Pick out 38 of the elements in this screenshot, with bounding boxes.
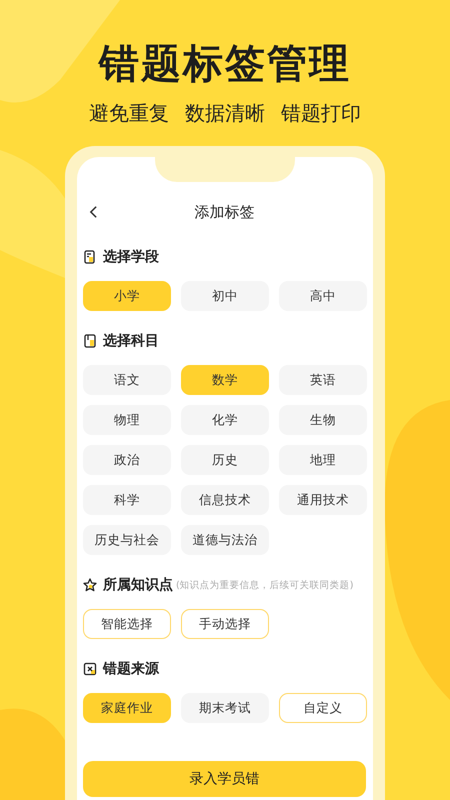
feature-tagline: 错题打印 bbox=[281, 100, 361, 126]
tag-chip[interactable]: 信息技术 bbox=[181, 485, 269, 515]
tag-chip[interactable]: 高中 bbox=[279, 281, 367, 311]
section-heading: 选择科目 bbox=[103, 332, 159, 350]
section-heading: 选择学段 bbox=[103, 248, 159, 266]
tag-chip[interactable]: 家庭作业 bbox=[83, 693, 171, 723]
tag-chip[interactable]: 语文 bbox=[83, 365, 171, 395]
tag-chip[interactable]: 期末考试 bbox=[181, 693, 269, 723]
feature-tagline: 避免重复 bbox=[89, 100, 169, 126]
tag-chip[interactable]: 手动选择 bbox=[181, 609, 269, 639]
section-heading: 所属知识点 bbox=[103, 576, 173, 594]
tag-chip[interactable]: 英语 bbox=[279, 365, 367, 395]
tag-chip[interactable]: 小学 bbox=[83, 281, 171, 311]
tag-chip[interactable]: 自定义 bbox=[279, 693, 367, 723]
document-icon bbox=[83, 250, 97, 264]
book-icon bbox=[83, 334, 97, 348]
page-title: 错题标签管理 bbox=[99, 40, 351, 89]
screen-title: 添加标签 bbox=[194, 202, 254, 222]
tag-chip[interactable]: 生物 bbox=[279, 405, 367, 435]
feature-tagline: 数据清晰 bbox=[185, 100, 265, 126]
tag-chip[interactable]: 初中 bbox=[181, 281, 269, 311]
tag-chip[interactable]: 化学 bbox=[181, 405, 269, 435]
tag-chip[interactable]: 数学 bbox=[181, 365, 269, 395]
section-hint: (知识点为重要信息，后续可关联同类题) bbox=[176, 578, 354, 592]
submit-button[interactable]: 录入学员错 bbox=[83, 761, 366, 797]
cross-box-icon bbox=[83, 662, 97, 676]
section-heading: 错题来源 bbox=[103, 660, 159, 678]
back-icon[interactable] bbox=[89, 205, 98, 219]
tag-chip[interactable]: 地理 bbox=[279, 445, 367, 475]
tag-chip[interactable]: 历史 bbox=[181, 445, 269, 475]
tag-chip[interactable]: 历史与社会 bbox=[83, 525, 171, 555]
tag-chip[interactable]: 道德与法治 bbox=[181, 525, 269, 555]
star-icon bbox=[83, 578, 97, 592]
tag-chip[interactable]: 物理 bbox=[83, 405, 171, 435]
tag-chip[interactable]: 智能选择 bbox=[83, 609, 171, 639]
tag-chip[interactable]: 科学 bbox=[83, 485, 171, 515]
tag-chip[interactable]: 政治 bbox=[83, 445, 171, 475]
tag-chip[interactable]: 通用技术 bbox=[279, 485, 367, 515]
